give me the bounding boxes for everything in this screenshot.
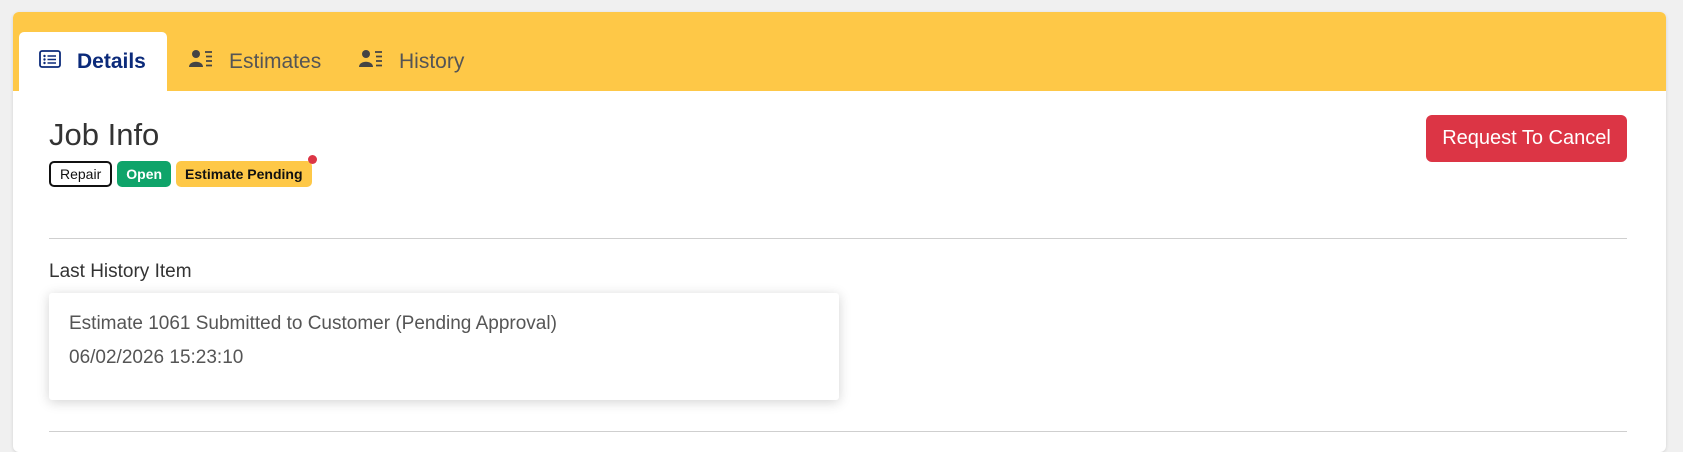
tab-estimates[interactable]: Estimates [189, 32, 321, 91]
divider [49, 238, 1627, 239]
history-item-text: Estimate 1061 Submitted to Customer (Pen… [69, 313, 557, 334]
tab-bar: Details Estimates History [13, 12, 1666, 91]
tab-history-label: History [399, 49, 465, 73]
last-history-label: Last History Item [49, 261, 192, 282]
history-item-date: 06/02/2026 15:23:10 [69, 347, 244, 368]
estimate-status-badge: Estimate Pending [176, 155, 317, 187]
job-type-badge: Repair [49, 161, 113, 187]
job-badges: Repair Open Estimate Pending [49, 155, 317, 187]
user-list-icon [359, 49, 399, 75]
details-panel: Job Info Repair Open Estimate Pending Re… [13, 91, 1666, 451]
notification-dot [307, 155, 317, 164]
history-item-card: Estimate 1061 Submitted to Customer (Pen… [49, 293, 839, 400]
estimate-status-label: Estimate Pending [185, 166, 303, 182]
tab-estimates-label: Estimates [229, 49, 322, 73]
status-badge: Open [117, 161, 172, 187]
list-icon [39, 49, 77, 74]
job-card: Details Estimates History Job Info Repai… [13, 12, 1666, 452]
user-list-icon [189, 49, 229, 75]
tab-details[interactable]: Details [19, 32, 167, 91]
page-title: Job Info [49, 117, 160, 152]
tab-details-label: Details [77, 49, 146, 73]
request-cancel-button[interactable]: Request To Cancel [1426, 115, 1627, 162]
tab-history[interactable]: History [359, 32, 464, 91]
